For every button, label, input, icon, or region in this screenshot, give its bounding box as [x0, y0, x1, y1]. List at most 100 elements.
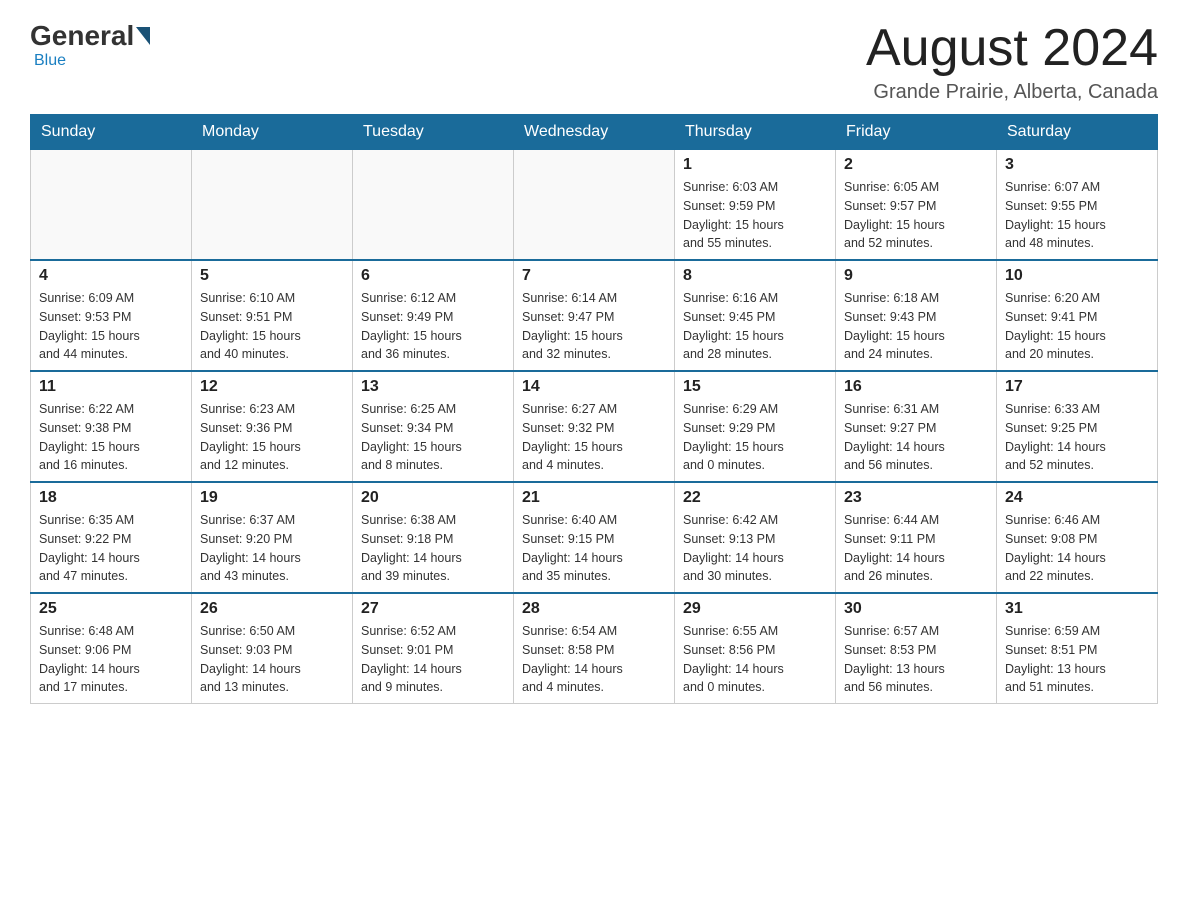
- day-number: 2: [844, 156, 988, 174]
- day-number: 11: [39, 378, 183, 396]
- day-info: Sunrise: 6:38 AMSunset: 9:18 PMDaylight:…: [361, 511, 505, 586]
- day-info: Sunrise: 6:54 AMSunset: 8:58 PMDaylight:…: [522, 622, 666, 697]
- calendar-cell: 22 Sunrise: 6:42 AMSunset: 9:13 PMDayligh…: [675, 482, 836, 593]
- calendar-cell: 23 Sunrise: 6:44 AMSunset: 9:11 PMDayligh…: [836, 482, 997, 593]
- calendar-week-row: 4Sunrise: 6:09 AMSunset: 9:53 PMDaylight…: [31, 260, 1158, 371]
- calendar-cell: 2 Sunrise: 6:05 AMSunset: 9:57 PMDaylight…: [836, 150, 997, 261]
- day-info: Sunrise: 6:46 AMSunset: 9:08 PMDaylight:…: [1005, 511, 1149, 586]
- day-info: Sunrise: 6:29 AMSunset: 9:29 PMDaylight:…: [683, 400, 827, 475]
- day-number: 23: [844, 489, 988, 507]
- calendar-cell: [514, 150, 675, 261]
- calendar-week-row: 18 Sunrise: 6:35 AMSunset: 9:22 PMDayligh…: [31, 482, 1158, 593]
- day-number: 16: [844, 378, 988, 396]
- day-header-wednesday: Wednesday: [514, 115, 675, 150]
- calendar-cell: 27 Sunrise: 6:52 AMSunset: 9:01 PMDayligh…: [353, 593, 514, 704]
- day-header-saturday: Saturday: [997, 115, 1158, 150]
- day-number: 27: [361, 600, 505, 618]
- day-number: 20: [361, 489, 505, 507]
- calendar-cell: 14 Sunrise: 6:27 AMSunset: 9:32 PMDayligh…: [514, 371, 675, 482]
- day-number: 15: [683, 378, 827, 396]
- day-info: Sunrise: 6:23 AMSunset: 9:36 PMDaylight:…: [200, 400, 344, 475]
- day-info: Sunrise: 6:55 AMSunset: 8:56 PMDaylight:…: [683, 622, 827, 697]
- logo-arrow-icon: [136, 27, 150, 45]
- day-number: 19: [200, 489, 344, 507]
- day-info: Sunrise: 6:37 AMSunset: 9:20 PMDaylight:…: [200, 511, 344, 586]
- day-info: Sunrise: 6:12 AMSunset: 9:49 PMDaylight:…: [361, 289, 505, 364]
- calendar-header-row: SundayMondayTuesdayWednesdayThursdayFrid…: [31, 115, 1158, 150]
- calendar-cell: 19 Sunrise: 6:37 AMSunset: 9:20 PMDayligh…: [192, 482, 353, 593]
- day-info: Sunrise: 6:05 AMSunset: 9:57 PMDaylight:…: [844, 178, 988, 253]
- day-number: 21: [522, 489, 666, 507]
- day-info: Sunrise: 6:33 AMSunset: 9:25 PMDaylight:…: [1005, 400, 1149, 475]
- day-info: Sunrise: 6:59 AMSunset: 8:51 PMDaylight:…: [1005, 622, 1149, 697]
- day-info: Sunrise: 6:35 AMSunset: 9:22 PMDaylight:…: [39, 511, 183, 586]
- day-number: 26: [200, 600, 344, 618]
- day-header-sunday: Sunday: [31, 115, 192, 150]
- day-number: 5: [200, 267, 344, 285]
- calendar-cell: 29 Sunrise: 6:55 AMSunset: 8:56 PMDayligh…: [675, 593, 836, 704]
- calendar-cell: 12Sunrise: 6:23 AMSunset: 9:36 PMDayligh…: [192, 371, 353, 482]
- calendar-cell: 11 Sunrise: 6:22 AMSunset: 9:38 PMDayligh…: [31, 371, 192, 482]
- calendar-cell: 17 Sunrise: 6:33 AMSunset: 9:25 PMDayligh…: [997, 371, 1158, 482]
- title-block: August 2024 Grande Prairie, Alberta, Can…: [866, 20, 1158, 104]
- day-number: 22: [683, 489, 827, 507]
- day-info: Sunrise: 6:57 AMSunset: 8:53 PMDaylight:…: [844, 622, 988, 697]
- day-info: Sunrise: 6:16 AMSunset: 9:45 PMDaylight:…: [683, 289, 827, 364]
- calendar-cell: 16Sunrise: 6:31 AMSunset: 9:27 PMDayligh…: [836, 371, 997, 482]
- day-header-friday: Friday: [836, 115, 997, 150]
- calendar-week-row: 11 Sunrise: 6:22 AMSunset: 9:38 PMDayligh…: [31, 371, 1158, 482]
- day-header-tuesday: Tuesday: [353, 115, 514, 150]
- calendar-cell: 21 Sunrise: 6:40 AMSunset: 9:15 PMDayligh…: [514, 482, 675, 593]
- logo: General Blue: [30, 20, 152, 70]
- day-info: Sunrise: 6:27 AMSunset: 9:32 PMDaylight:…: [522, 400, 666, 475]
- day-number: 4: [39, 267, 183, 285]
- calendar-cell: 18 Sunrise: 6:35 AMSunset: 9:22 PMDayligh…: [31, 482, 192, 593]
- day-info: Sunrise: 6:40 AMSunset: 9:15 PMDaylight:…: [522, 511, 666, 586]
- calendar-cell: 24Sunrise: 6:46 AMSunset: 9:08 PMDayligh…: [997, 482, 1158, 593]
- day-info: Sunrise: 6:48 AMSunset: 9:06 PMDaylight:…: [39, 622, 183, 697]
- calendar-cell: 30 Sunrise: 6:57 AMSunset: 8:53 PMDayligh…: [836, 593, 997, 704]
- day-info: Sunrise: 6:42 AMSunset: 9:13 PMDaylight:…: [683, 511, 827, 586]
- day-info: Sunrise: 6:52 AMSunset: 9:01 PMDaylight:…: [361, 622, 505, 697]
- calendar-cell: 6 Sunrise: 6:12 AMSunset: 9:49 PMDaylight…: [353, 260, 514, 371]
- day-number: 7: [522, 267, 666, 285]
- day-info: Sunrise: 6:10 AMSunset: 9:51 PMDaylight:…: [200, 289, 344, 364]
- day-number: 28: [522, 600, 666, 618]
- calendar-cell: 10 Sunrise: 6:20 AMSunset: 9:41 PMDayligh…: [997, 260, 1158, 371]
- day-info: Sunrise: 6:44 AMSunset: 9:11 PMDaylight:…: [844, 511, 988, 586]
- day-number: 25: [39, 600, 183, 618]
- day-info: Sunrise: 6:22 AMSunset: 9:38 PMDaylight:…: [39, 400, 183, 475]
- logo-general-text: General: [30, 20, 134, 52]
- calendar-cell: 28 Sunrise: 6:54 AMSunset: 8:58 PMDayligh…: [514, 593, 675, 704]
- day-number: 29: [683, 600, 827, 618]
- calendar-table: SundayMondayTuesdayWednesdayThursdayFrid…: [30, 114, 1158, 704]
- day-number: 17: [1005, 378, 1149, 396]
- calendar-week-row: 25 Sunrise: 6:48 AMSunset: 9:06 PMDayligh…: [31, 593, 1158, 704]
- calendar-cell: [192, 150, 353, 261]
- day-header-thursday: Thursday: [675, 115, 836, 150]
- calendar-week-row: 1Sunrise: 6:03 AMSunset: 9:59 PMDaylight…: [31, 150, 1158, 261]
- day-number: 13: [361, 378, 505, 396]
- day-number: 30: [844, 600, 988, 618]
- day-info: Sunrise: 6:18 AMSunset: 9:43 PMDaylight:…: [844, 289, 988, 364]
- calendar-cell: 26 Sunrise: 6:50 AMSunset: 9:03 PMDayligh…: [192, 593, 353, 704]
- calendar-cell: 13Sunrise: 6:25 AMSunset: 9:34 PMDayligh…: [353, 371, 514, 482]
- location-subtitle: Grande Prairie, Alberta, Canada: [866, 81, 1158, 104]
- calendar-cell: 25 Sunrise: 6:48 AMSunset: 9:06 PMDayligh…: [31, 593, 192, 704]
- day-number: 6: [361, 267, 505, 285]
- calendar-cell: 8Sunrise: 6:16 AMSunset: 9:45 PMDaylight…: [675, 260, 836, 371]
- day-number: 10: [1005, 267, 1149, 285]
- calendar-cell: 4Sunrise: 6:09 AMSunset: 9:53 PMDaylight…: [31, 260, 192, 371]
- day-info: Sunrise: 6:07 AMSunset: 9:55 PMDaylight:…: [1005, 178, 1149, 253]
- calendar-cell: 3 Sunrise: 6:07 AMSunset: 9:55 PMDaylight…: [997, 150, 1158, 261]
- day-number: 18: [39, 489, 183, 507]
- month-title: August 2024: [866, 20, 1158, 77]
- day-info: Sunrise: 6:50 AMSunset: 9:03 PMDaylight:…: [200, 622, 344, 697]
- calendar-cell: 5 Sunrise: 6:10 AMSunset: 9:51 PMDaylight…: [192, 260, 353, 371]
- calendar-cell: 15 Sunrise: 6:29 AMSunset: 9:29 PMDayligh…: [675, 371, 836, 482]
- day-info: Sunrise: 6:03 AMSunset: 9:59 PMDaylight:…: [683, 178, 827, 253]
- day-info: Sunrise: 6:20 AMSunset: 9:41 PMDaylight:…: [1005, 289, 1149, 364]
- day-number: 3: [1005, 156, 1149, 174]
- day-number: 14: [522, 378, 666, 396]
- day-info: Sunrise: 6:14 AMSunset: 9:47 PMDaylight:…: [522, 289, 666, 364]
